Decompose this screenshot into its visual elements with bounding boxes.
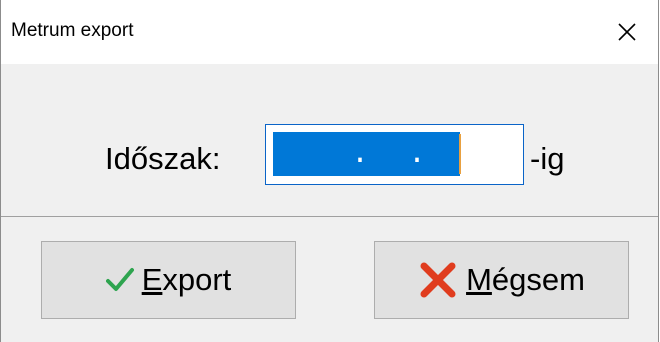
title-bar[interactable]: Metrum export (1, 0, 658, 64)
export-button-label: Export (142, 262, 232, 298)
date-input[interactable]: . . (265, 124, 524, 185)
period-label: Időszak: (105, 141, 221, 176)
red-x-icon (418, 260, 458, 300)
until-suffix-label: -ig (530, 141, 565, 176)
export-button[interactable]: Export (41, 241, 296, 319)
cancel-button-label: Mégsem (466, 262, 585, 298)
export-mnemonic: E (141, 262, 163, 297)
export-label-rest: xport (162, 262, 232, 297)
window-title: Metrum export (11, 20, 134, 41)
cancel-label-rest: égsem (491, 262, 585, 297)
date-mask-text: . . (275, 138, 466, 172)
checkmark-icon (105, 267, 134, 293)
text-caret (459, 134, 461, 174)
close-button[interactable] (596, 0, 658, 64)
cancel-button[interactable]: Mégsem (374, 241, 629, 319)
cancel-mnemonic: M (466, 262, 492, 297)
close-icon (617, 22, 637, 42)
export-dialog: Metrum export Időszak: . . -ig Export Mé… (0, 0, 659, 342)
